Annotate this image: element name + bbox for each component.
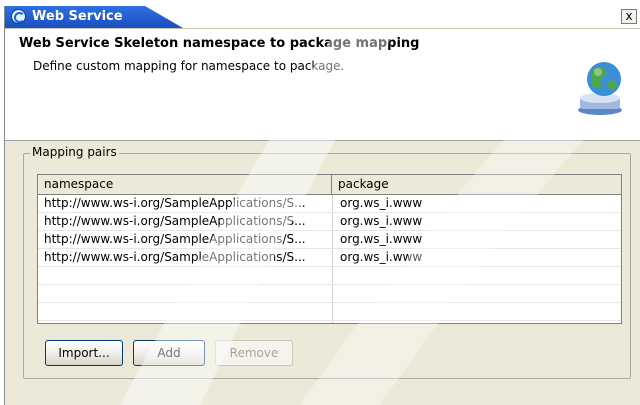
table-row-empty[interactable] [38,285,621,303]
package-cell [340,285,610,302]
table-header: namespace package [38,175,621,195]
window-title: Web Service [32,9,123,24]
table-row[interactable]: http://www.ws-i.org/SampleApplications/S… [38,213,621,231]
namespace-cell: http://www.ws-i.org/SampleApplications/S… [44,196,306,210]
table-row[interactable]: http://www.ws-i.org/SampleApplications/S… [38,231,621,249]
namespace-cell: http://www.ws-i.org/SampleApplications/S… [44,250,306,264]
close-button[interactable]: x [621,9,637,24]
namespace-cell: http://www.ws-i.org/SampleApplications/S… [44,232,306,246]
import-button[interactable]: Import... [45,340,123,366]
namespace-cell [44,267,326,284]
page-title: Web Service Skeleton namespace to packag… [19,36,420,51]
wizard-header: Web Service Skeleton namespace to packag… [5,29,640,141]
add-button[interactable]: Add [133,340,205,366]
namespace-cell: http://www.ws-i.org/SampleApplications/S… [44,214,306,228]
package-cell [340,303,610,320]
web-service-app-icon [11,9,26,24]
column-header-package[interactable]: package [332,175,621,194]
table-row[interactable]: http://www.ws-i.org/SampleApplications/S… [38,249,621,267]
globe-service-icon [578,62,622,115]
namespace-cell [44,303,326,320]
package-cell: org.ws_i.www [340,214,423,228]
namespace-cell [44,285,326,302]
package-cell: org.ws_i.www [340,232,423,246]
mapping-pairs-legend: Mapping pairs [30,145,119,159]
table-row[interactable]: http://www.ws-i.org/SampleApplications/S… [38,195,621,213]
remove-button[interactable]: Remove [215,340,293,366]
page-description: Define custom mapping for namespace to p… [33,59,345,73]
table-row-empty[interactable] [38,303,621,321]
package-cell [340,267,610,284]
package-cell: org.ws_i.www [340,196,423,210]
web-service-dialog: Web Service x Web Service Skeleton names… [4,6,640,405]
package-cell: org.ws_i.www [340,250,423,264]
table-row-empty[interactable] [38,267,621,285]
mapping-table[interactable]: namespace package http://www.ws-i.org/Sa… [37,174,622,324]
column-header-namespace[interactable]: namespace [38,175,332,194]
title-bar[interactable]: Web Service x [5,6,640,29]
